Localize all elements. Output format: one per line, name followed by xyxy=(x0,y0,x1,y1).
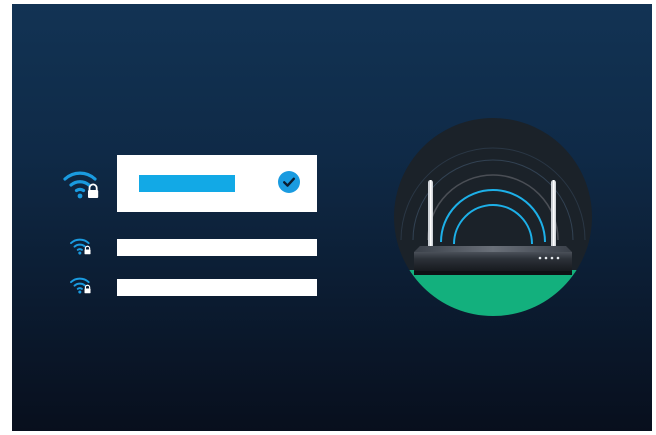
network-item-selected[interactable] xyxy=(12,4,332,219)
network-field[interactable] xyxy=(117,279,317,296)
network-list xyxy=(12,4,332,431)
wifi-lock-icon xyxy=(63,171,99,199)
network-field-selected[interactable] xyxy=(117,155,317,212)
network-field[interactable] xyxy=(117,239,317,256)
network-item[interactable] xyxy=(12,259,332,299)
wifi-lock-icon xyxy=(70,238,91,255)
router-illustration xyxy=(394,118,592,316)
check-circle-icon xyxy=(278,171,300,193)
wifi-setup-screen xyxy=(12,4,652,431)
network-item[interactable] xyxy=(12,219,332,259)
ground-shape xyxy=(394,270,592,316)
wifi-lock-icon xyxy=(70,277,91,294)
network-name-bar xyxy=(139,175,235,192)
